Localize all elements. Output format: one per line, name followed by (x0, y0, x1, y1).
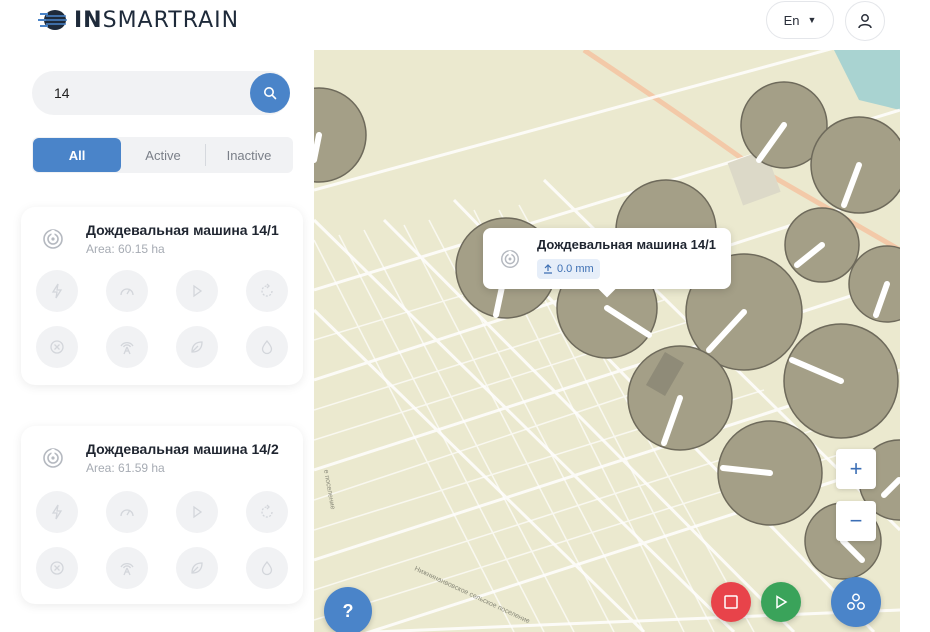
group-machines-button[interactable] (831, 577, 881, 627)
status-filter: All Active Inactive (32, 137, 293, 173)
chevron-down-icon: ▼ (807, 15, 817, 25)
antenna-icon (120, 563, 134, 576)
play-icon (776, 595, 788, 609)
leaf-icon (191, 341, 203, 353)
stop-action-button[interactable] (36, 326, 78, 368)
app-logo[interactable]: INSMARTRAIN (38, 6, 239, 34)
water-drop-icon (261, 560, 273, 576)
close-circle-icon (50, 340, 64, 354)
pivot-icon (43, 229, 63, 249)
language-selector[interactable]: En ▼ (766, 1, 834, 39)
cluster-icon (847, 593, 865, 610)
filter-tab-inactive[interactable]: Inactive (206, 138, 292, 172)
stop-all-button[interactable] (711, 582, 751, 622)
machine-popup[interactable]: Дождевальная машина 14/1 0.0 mm (483, 228, 731, 289)
water-drop-icon (261, 339, 273, 355)
user-icon (858, 14, 872, 29)
close-circle-icon (50, 561, 64, 575)
play-icon (193, 284, 203, 298)
user-button[interactable] (845, 1, 885, 41)
fertigation-action-button[interactable] (176, 547, 218, 589)
map-tiles: е поселение Нижнинанвовское сельское пос… (314, 50, 900, 632)
gauge-icon (120, 509, 134, 517)
start-all-button[interactable] (761, 582, 801, 622)
logo-text-light: SMARTRAIN (102, 7, 240, 33)
water-action-button[interactable] (246, 547, 288, 589)
logo-globe-icon (38, 10, 67, 30)
start-action-button[interactable] (176, 270, 218, 312)
play-icon (193, 505, 203, 519)
machine-card[interactable]: Дождевальная машина 14/1 Area: 60.15 ha (21, 207, 303, 385)
zoom-out-button[interactable]: − (836, 501, 876, 541)
machine-area: Area: 61.59 ha (86, 461, 165, 475)
machine-title: Дождевальная машина 14/2 (86, 441, 279, 457)
help-button[interactable]: ? (324, 587, 372, 632)
rotate-icon (261, 504, 273, 518)
power-action-button[interactable] (36, 270, 78, 312)
precipitation-value: 0.0 mm (557, 263, 594, 275)
search-input[interactable] (54, 71, 234, 115)
pivot-icon (501, 250, 519, 268)
zoom-in-button[interactable]: + (836, 449, 876, 489)
stop-icon (724, 595, 738, 609)
signal-action-button[interactable] (106, 326, 148, 368)
lightning-icon (51, 283, 63, 299)
filter-tab-active[interactable]: Active (121, 138, 205, 172)
rain-depth-icon (544, 264, 552, 274)
filter-tab-all[interactable]: All (33, 138, 121, 172)
top-header: INSMARTRAIN En ▼ (0, 0, 900, 50)
popup-title: Дождевальная машина 14/1 (537, 237, 716, 252)
lightning-icon (51, 504, 63, 520)
speed-action-button[interactable] (106, 491, 148, 533)
question-icon: ? (342, 600, 354, 621)
antenna-icon (120, 342, 134, 355)
water-action-button[interactable] (246, 326, 288, 368)
app-root: INSMARTRAIN En ▼ All Active (0, 0, 930, 632)
gauge-icon (120, 288, 134, 296)
reverse-action-button[interactable] (246, 270, 288, 312)
speed-action-button[interactable] (106, 270, 148, 312)
precipitation-badge: 0.0 mm (537, 259, 600, 279)
leaf-icon (191, 562, 203, 574)
stop-action-button[interactable] (36, 547, 78, 589)
machine-card[interactable]: Дождевальная машина 14/2 Area: 61.59 ha (21, 426, 303, 604)
search-bar (32, 71, 290, 115)
machine-title: Дождевальная машина 14/1 (86, 222, 279, 238)
map-view[interactable]: е поселение Нижнинанвовское сельское пос… (314, 50, 900, 632)
power-action-button[interactable] (36, 491, 78, 533)
start-action-button[interactable] (176, 491, 218, 533)
pivot-icon (43, 448, 63, 468)
fertigation-action-button[interactable] (176, 326, 218, 368)
language-label: En (783, 12, 800, 28)
sidebar: All Active Inactive Дождевальная машина … (0, 50, 314, 632)
signal-action-button[interactable] (106, 547, 148, 589)
logo-text-bold: IN (74, 7, 103, 33)
machine-area: Area: 60.15 ha (86, 242, 165, 256)
rotate-icon (261, 283, 273, 297)
search-icon (264, 87, 277, 100)
search-button[interactable] (250, 73, 290, 113)
reverse-action-button[interactable] (246, 491, 288, 533)
